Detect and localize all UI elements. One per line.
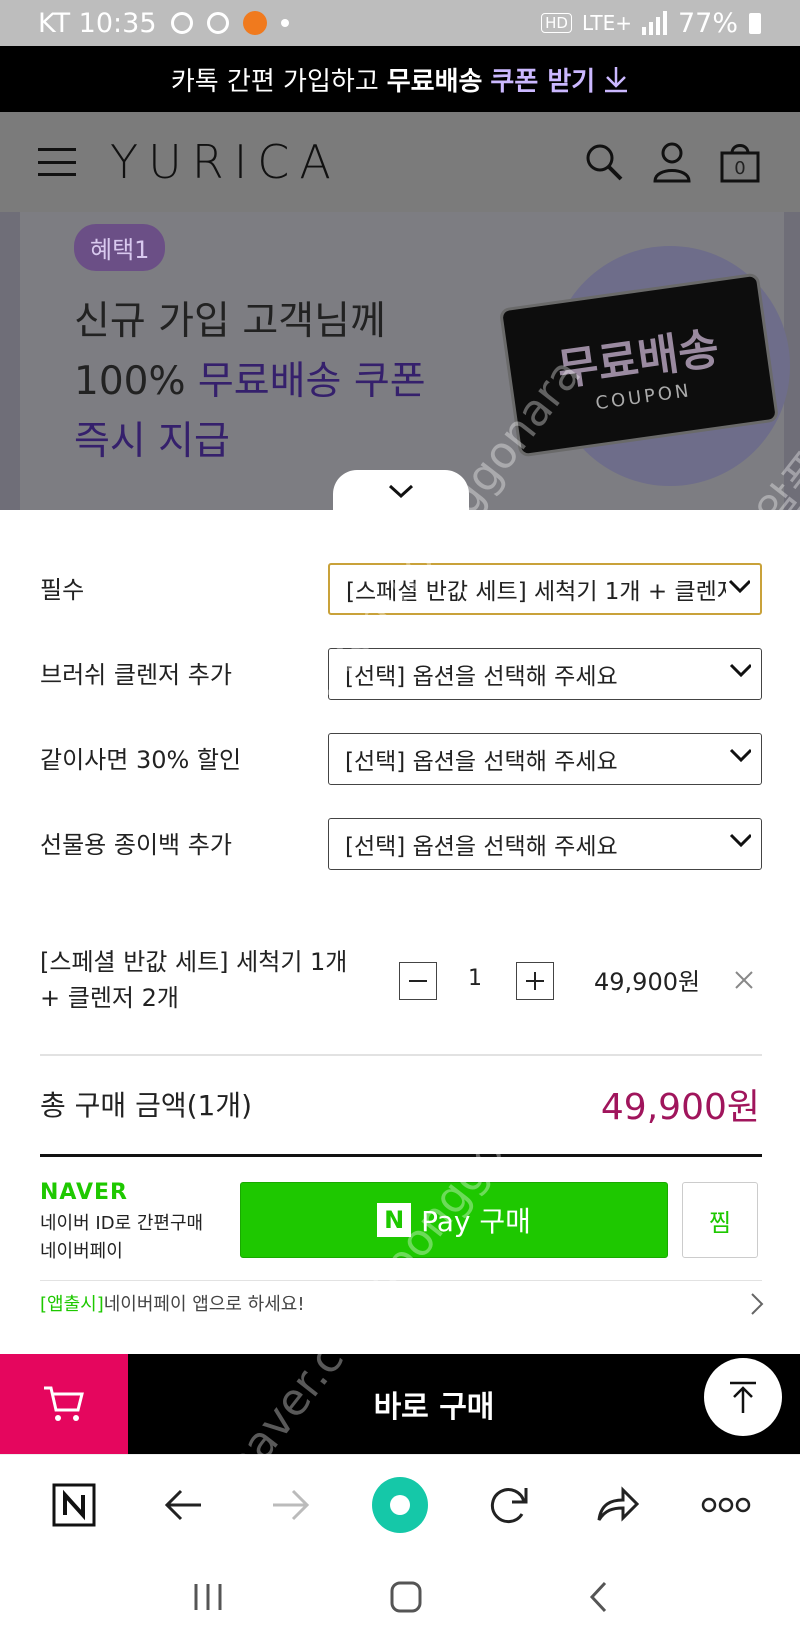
signal-icon — [641, 11, 667, 35]
wishlist-button[interactable]: 찜 — [682, 1182, 758, 1258]
back-icon[interactable] — [588, 1580, 608, 1618]
chevron-down-icon — [727, 832, 751, 848]
cart-icon[interactable]: 0 — [718, 140, 762, 184]
naver-desc-line-2: 네이버페이 — [40, 1241, 123, 1262]
option-select-giftbag[interactable]: [선택] 옵션을 선택해 주세요 — [328, 818, 762, 870]
arrow-up-icon — [730, 1381, 756, 1413]
hero-line-3: 즉시 지급 — [74, 419, 230, 464]
scroll-top-button[interactable] — [704, 1358, 782, 1436]
selected-item-name: [스페셜 반값 세트] 세척기 1개 + 클렌저 2개 — [40, 948, 348, 1012]
quantity-value[interactable]: 1 — [468, 966, 482, 991]
hero-line-2-prefix: 100% — [74, 359, 186, 404]
naver-app-tag: [앱출시] — [40, 1294, 104, 1315]
forward-arrow-icon[interactable] — [261, 1475, 321, 1535]
promo-banner[interactable]: 카톡 간편 가입하고 무료배송 쿠폰 받기 — [0, 46, 800, 112]
naver-n-icon: N — [377, 1203, 412, 1237]
hero-banner: 혜택1 신규 가입 고객님께 100% 무료배송 쿠폰 즉시 지급 무료배송 C… — [0, 212, 800, 510]
cart-icon — [44, 1386, 84, 1421]
promo-text-accent: 쿠폰 받기 — [490, 66, 596, 97]
naver-app-note[interactable]: [앱출시]네이버페이 앱으로 하세요! — [40, 1290, 305, 1316]
notification-mi-icon — [242, 11, 267, 35]
divider — [40, 1280, 762, 1281]
browser-toolbar — [0, 1454, 800, 1554]
system-nav-bar — [0, 1554, 800, 1644]
back-arrow-icon[interactable] — [153, 1475, 213, 1535]
hero-line-2: 100% 무료배송 쿠폰 — [74, 352, 426, 412]
option-select-value: [스페셜 반값 세트] 세척기 1개 + 클렌저 2개 — [346, 579, 726, 605]
search-icon[interactable] — [582, 140, 626, 184]
naver-app-text: 네이버페이 앱으로 하세요! — [103, 1294, 305, 1315]
recent-apps-icon[interactable] — [192, 1582, 224, 1616]
option-label-required: 필수 — [40, 576, 85, 604]
battery-icon — [749, 13, 761, 34]
carrier-time: KT 10:35 — [38, 7, 157, 39]
network-type: LTE+ — [581, 11, 632, 35]
naver-home-icon[interactable] — [44, 1475, 104, 1535]
chevron-down-icon — [727, 662, 751, 678]
total-label: 총 구매 금액(1개) — [40, 1089, 253, 1122]
total-divider — [40, 1154, 762, 1157]
divider — [40, 1054, 762, 1056]
chevron-right-icon[interactable] — [750, 1292, 764, 1316]
buy-now-button[interactable]: 바로 구매 — [128, 1354, 800, 1454]
promo-text: 카톡 간편 가입하고 — [170, 66, 379, 97]
plus-icon — [526, 972, 544, 990]
naver-desc-line-1: 네이버 ID로 간편구매 — [40, 1213, 204, 1234]
chevron-down-icon — [388, 484, 414, 499]
hero-line-1: 신규 가입 고객님께 — [74, 299, 386, 344]
menu-icon[interactable] — [38, 148, 76, 176]
collapse-toggle[interactable] — [333, 470, 469, 512]
coupon-title: 무료배송 — [554, 322, 722, 396]
green-dot-icon[interactable] — [370, 1475, 430, 1535]
share-icon[interactable] — [587, 1475, 647, 1535]
hero-panel: 혜택1 신규 가입 고객님께 100% 무료배송 쿠폰 즉시 지급 무료배송 C… — [20, 212, 790, 510]
remove-item-button[interactable] — [732, 968, 756, 992]
chevron-down-icon — [726, 578, 750, 594]
user-icon[interactable] — [650, 140, 694, 184]
hero-text: 신규 가입 고객님께 100% 무료배송 쿠폰 즉시 지급 — [74, 292, 426, 472]
naver-description: 네이버 ID로 간편구매 네이버페이 — [40, 1210, 203, 1266]
site-logo[interactable]: YURICA — [110, 135, 341, 189]
option-label-giftbag: 선물용 종이백 추가 — [40, 831, 232, 859]
minus-icon — [409, 980, 427, 982]
close-icon — [735, 971, 753, 989]
notification-dot-icon — [280, 19, 289, 27]
benefit-pill: 혜택1 — [74, 224, 166, 271]
battery-percent: 77% — [677, 7, 738, 39]
hero-line-2-accent: 무료배송 쿠폰 — [197, 359, 426, 404]
refresh-icon[interactable] — [479, 1475, 539, 1535]
status-bar: KT 10:35 HD LTE+ 77% — [0, 0, 800, 46]
total-price: 49,900원 — [600, 1087, 760, 1128]
option-label-brush: 브러쉬 클렌저 추가 — [40, 661, 232, 689]
option-label-discount: 같이사면 30% 할인 — [40, 746, 242, 774]
option-select-discount[interactable]: [선택] 옵션을 선택해 주세요 — [328, 733, 762, 785]
download-icon — [605, 67, 628, 93]
naver-logo: NAVER — [40, 1180, 128, 1205]
hd-voice-icon: HD — [541, 13, 572, 33]
home-icon[interactable] — [389, 1580, 423, 1618]
promo-text-bold: 무료배송 — [386, 66, 483, 97]
site-header: YURICA 0 — [0, 112, 800, 212]
notification-g-icon-2 — [206, 12, 229, 34]
option-select-brush[interactable]: [선택] 옵션을 선택해 주세요 — [328, 648, 762, 700]
option-select-value: [선택] 옵션을 선택해 주세요 — [345, 749, 618, 775]
option-select-value: [선택] 옵션을 선택해 주세요 — [345, 834, 618, 860]
more-icon[interactable] — [696, 1475, 756, 1535]
naver-pay-button[interactable]: N Pay 구매 — [240, 1182, 668, 1258]
cart-count: 0 — [734, 158, 746, 179]
selected-item-price: 49,900원 — [594, 968, 701, 996]
option-select-value: [선택] 옵션을 선택해 주세요 — [345, 664, 618, 690]
option-select-required[interactable]: [스페셜 반값 세트] 세척기 1개 + 클렌저 2개 — [328, 563, 762, 615]
add-to-cart-button[interactable] — [0, 1354, 128, 1454]
notification-g-icon — [170, 12, 193, 34]
chevron-down-icon — [727, 747, 751, 763]
quantity-decrease-button[interactable] — [399, 962, 437, 1000]
naver-pay-label: Pay 구매 — [421, 1205, 531, 1238]
quantity-increase-button[interactable] — [516, 962, 554, 1000]
